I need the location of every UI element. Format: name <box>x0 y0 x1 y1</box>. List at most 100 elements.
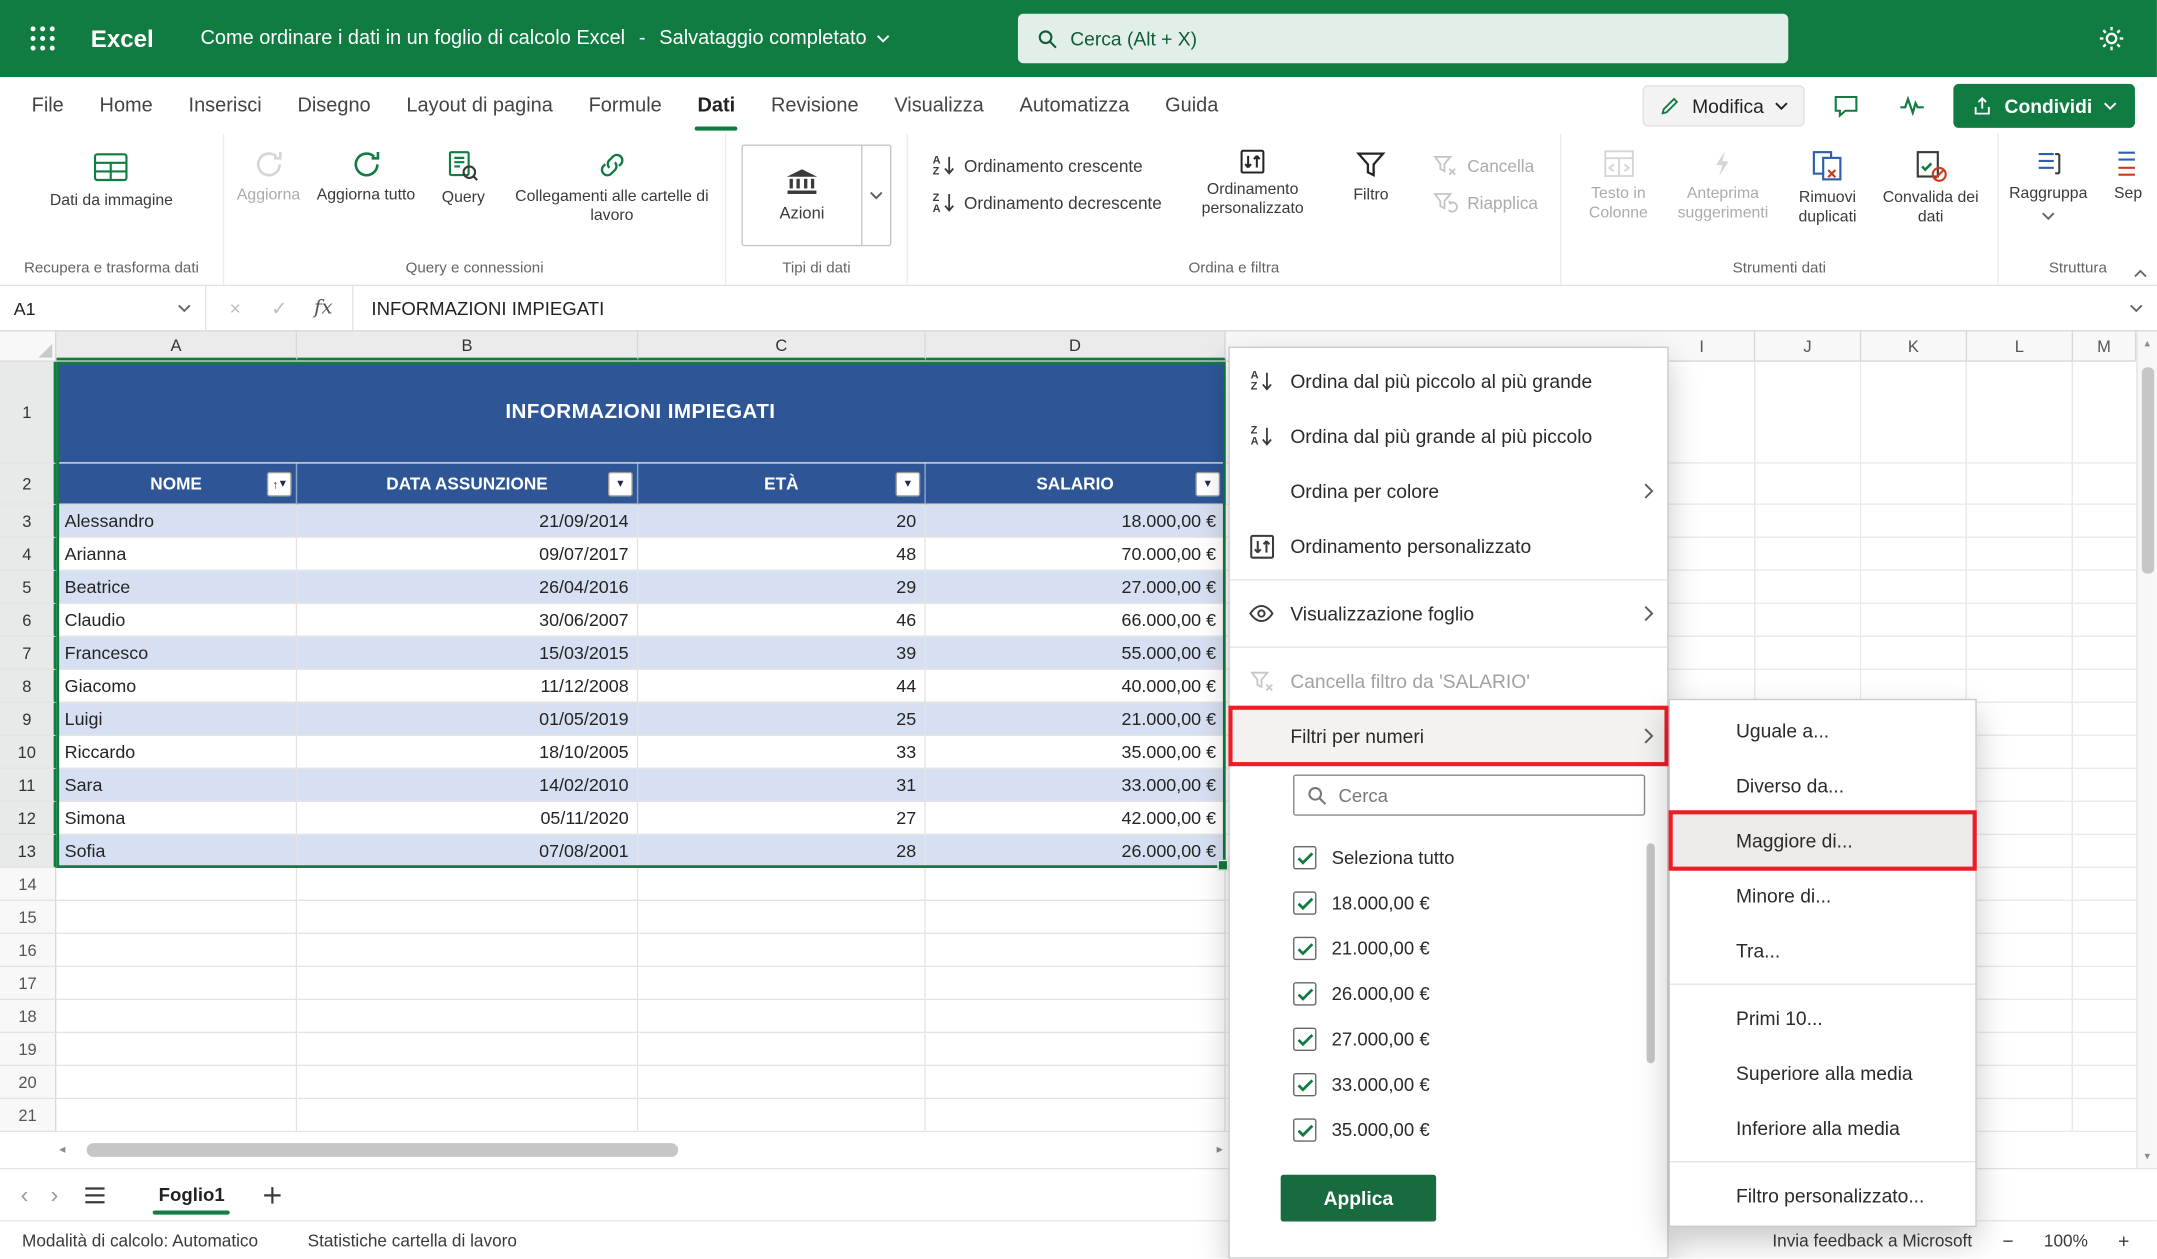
filter-button-età[interactable]: ▾ <box>896 471 921 496</box>
all-sheets-icon[interactable] <box>84 1185 106 1204</box>
row-header-5[interactable]: 5 <box>0 571 56 604</box>
cell-a11[interactable]: Sara <box>56 769 297 802</box>
filter-value-27-000-00[interactable]: 27.000,00 € <box>1230 1017 1667 1062</box>
row-header-21[interactable]: 21 <box>0 1099 56 1132</box>
cell-c18[interactable] <box>638 1000 926 1033</box>
tab-home[interactable]: Home <box>82 77 171 133</box>
submenu-item-minore-di[interactable]: Minore di... <box>1670 868 1975 923</box>
filter-list-scrollbar-thumb[interactable] <box>1647 843 1655 1063</box>
calc-mode[interactable]: Modalità di calcolo: Automatico <box>22 1230 258 1249</box>
data-validation-button[interactable]: Convalida dei dati <box>1876 136 1986 230</box>
horizontal-scrollbar-thumb[interactable] <box>87 1143 679 1157</box>
filter-ribbon-button[interactable]: Filtro <box>1332 136 1409 209</box>
sort-ascending-button[interactable]: AZ Ordinamento crescente <box>922 147 1173 184</box>
filter-value-21-000-00[interactable]: 21.000,00 € <box>1230 926 1667 971</box>
cell-d18[interactable] <box>926 1000 1226 1033</box>
column-header-b[interactable]: B <box>297 332 638 361</box>
cell-a19[interactable] <box>56 1033 297 1066</box>
cell-b12[interactable]: 05/11/2020 <box>297 802 638 835</box>
sheet-tab-foglio1[interactable]: Foglio1 <box>148 1169 236 1220</box>
cell-d16[interactable] <box>926 934 1226 967</box>
column-header-a[interactable]: A <box>56 332 297 361</box>
cell-a21[interactable] <box>56 1099 297 1132</box>
cell-a3[interactable]: Alessandro <box>56 505 297 538</box>
cell-b5[interactable]: 26/04/2016 <box>297 571 638 604</box>
cell-b19[interactable] <box>297 1033 638 1066</box>
cell-d8[interactable]: 40.000,00 € <box>926 670 1226 703</box>
cell-c20[interactable] <box>638 1066 926 1099</box>
header-cell-salario[interactable]: SALARIO▾ <box>926 464 1226 505</box>
submenu-item-filtro-personalizzato[interactable]: Filtro personalizzato... <box>1670 1168 1975 1223</box>
cell-a9[interactable]: Luigi <box>56 703 297 736</box>
column-header-k[interactable]: K <box>1861 332 1967 361</box>
cell-b3[interactable]: 21/09/2014 <box>297 505 638 538</box>
remove-duplicates-button[interactable]: Rimuovi duplicati <box>1782 136 1873 230</box>
refresh-all-button[interactable]: Aggiorna tutto <box>310 136 422 209</box>
vertical-scrollbar-thumb[interactable] <box>2142 367 2154 573</box>
cell-d3[interactable]: 18.000,00 € <box>926 505 1226 538</box>
submenu-item-diverso-da[interactable]: Diverso da... <box>1670 758 1975 813</box>
cell-c4[interactable]: 48 <box>638 538 926 571</box>
row-header-15[interactable]: 15 <box>0 901 56 934</box>
feedback-link[interactable]: Invia feedback a Microsoft <box>1772 1230 1972 1249</box>
column-header-m[interactable]: M <box>2073 332 2136 361</box>
workbook-links-button[interactable]: Collegamenti alle cartelle di lavoro <box>505 136 720 229</box>
menu-search-input[interactable] <box>1338 785 1631 806</box>
tab-guida[interactable]: Guida <box>1147 77 1236 133</box>
cell-a13[interactable]: Sofia <box>56 835 297 868</box>
row-header-17[interactable]: 17 <box>0 967 56 1000</box>
row-header-6[interactable]: 6 <box>0 604 56 637</box>
tab-disegno[interactable]: Disegno <box>280 77 389 133</box>
cell-b9[interactable]: 01/05/2019 <box>297 703 638 736</box>
cell-c3[interactable]: 20 <box>638 505 926 538</box>
cell-c19[interactable] <box>638 1033 926 1066</box>
table-title-cell[interactable]: INFORMAZIONI IMPIEGATI <box>56 362 1225 464</box>
row-header-2[interactable]: 2 <box>0 464 56 505</box>
row-header-1[interactable]: 1 <box>0 362 56 464</box>
filter-button-data-assunzione[interactable]: ▾ <box>608 471 633 496</box>
search-box[interactable] <box>1018 14 1788 64</box>
tab-automatizza[interactable]: Automatizza <box>1002 77 1148 133</box>
menu-item-ordina-per-colore[interactable]: Ordina per colore <box>1230 464 1667 519</box>
column-header-c[interactable]: C <box>638 332 926 361</box>
filter-value-seleziona-tutto[interactable]: Seleziona tutto <box>1230 835 1667 880</box>
cell-a5[interactable]: Beatrice <box>56 571 297 604</box>
cell-b4[interactable]: 09/07/2017 <box>297 538 638 571</box>
header-cell-età[interactable]: ETÀ▾ <box>638 464 926 505</box>
row-header-10[interactable]: 10 <box>0 736 56 769</box>
cell-c13[interactable]: 28 <box>638 835 926 868</box>
gallery-dropdown[interactable] <box>861 146 890 245</box>
cell-d19[interactable] <box>926 1033 1226 1066</box>
cell-a15[interactable] <box>56 901 297 934</box>
cell-a6[interactable]: Claudio <box>56 604 297 637</box>
cell-d17[interactable] <box>926 967 1226 1000</box>
row-header-16[interactable]: 16 <box>0 934 56 967</box>
filter-button-salario[interactable]: ▾ <box>1195 471 1220 496</box>
sheet-nav-right-icon[interactable]: › <box>46 1181 62 1209</box>
tab-visualizza[interactable]: Visualizza <box>876 77 1001 133</box>
cell-d9[interactable]: 21.000,00 € <box>926 703 1226 736</box>
cell-d15[interactable] <box>926 901 1226 934</box>
cell-a12[interactable]: Simona <box>56 802 297 835</box>
formula-content[interactable]: INFORMAZIONI IMPIEGATI <box>354 298 2130 319</box>
custom-sort-button[interactable]: Ordinamento personalizzato <box>1184 136 1322 222</box>
row-header-7[interactable]: 7 <box>0 637 56 670</box>
tab-dati[interactable]: Dati <box>680 77 753 133</box>
share-button[interactable]: Condividi <box>1954 83 2135 127</box>
checkbox-checked-icon[interactable] <box>1293 1073 1316 1096</box>
cell-a8[interactable]: Giacomo <box>56 670 297 703</box>
checkbox-checked-icon[interactable] <box>1293 1028 1316 1051</box>
sheet-nav-left-icon[interactable]: ‹ <box>17 1181 33 1209</box>
cell-c6[interactable]: 46 <box>638 604 926 637</box>
checkbox-checked-icon[interactable] <box>1293 1118 1316 1141</box>
scroll-left-icon[interactable]: ◂ <box>59 1142 65 1157</box>
expand-formula-bar-icon[interactable] <box>2129 304 2157 312</box>
cell-b15[interactable] <box>297 901 638 934</box>
cell-b11[interactable]: 14/02/2010 <box>297 769 638 802</box>
cell-d20[interactable] <box>926 1066 1226 1099</box>
filter-value-35-000-00[interactable]: 35.000,00 € <box>1230 1107 1667 1152</box>
scroll-right-icon[interactable]: ▸ <box>1217 1142 1223 1157</box>
cell-a16[interactable] <box>56 934 297 967</box>
cell-b18[interactable] <box>297 1000 638 1033</box>
cell-d6[interactable]: 66.000,00 € <box>926 604 1226 637</box>
